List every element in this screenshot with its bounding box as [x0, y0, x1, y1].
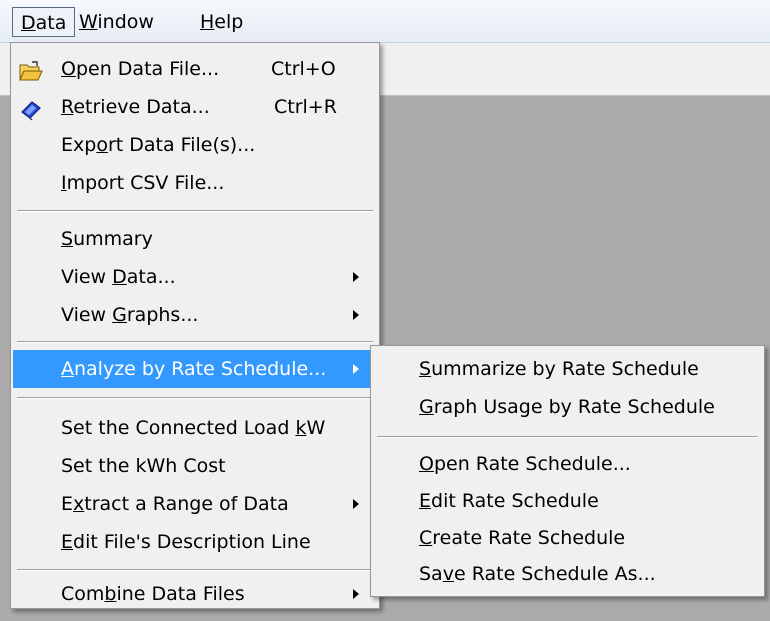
menu-item-retrieve-data[interactable]: Retrieve Data... Ctrl+R: [13, 88, 377, 126]
menu-data[interactable]: Data: [12, 7, 76, 37]
menu-separator: [17, 210, 373, 212]
menu-separator: [17, 397, 373, 399]
menu-item-view-graphs[interactable]: View Graphs...: [13, 296, 377, 334]
menu-window[interactable]: Window: [71, 7, 162, 37]
shortcut-label: Ctrl+O: [271, 58, 336, 80]
menu-item-set-kwh-cost[interactable]: Set the kWh Cost: [13, 447, 377, 485]
menu-item-set-connected-load[interactable]: Set the Connected Load kW: [13, 409, 377, 447]
rate-schedule-submenu: Summarize by Rate Schedule Graph Usage b…: [370, 345, 765, 597]
menu-separator: [17, 341, 373, 343]
menu-item-summarize-by-rate-schedule[interactable]: Summarize by Rate Schedule: [373, 350, 762, 388]
open-folder-icon: [19, 58, 43, 81]
menu-item-analyze-by-rate-schedule[interactable]: Analyze by Rate Schedule...: [13, 350, 377, 388]
menu-item-export-data-files[interactable]: Export Data File(s)...: [13, 126, 377, 164]
menu-item-view-data[interactable]: View Data...: [13, 258, 377, 296]
submenu-arrow-icon: [353, 364, 359, 374]
menu-item-summary[interactable]: Summary: [13, 220, 377, 258]
shortcut-label: Ctrl+R: [274, 96, 337, 118]
menu-item-extract-range[interactable]: Extract a Range of Data: [13, 485, 377, 523]
menu-item-create-rate-schedule[interactable]: Create Rate Schedule: [373, 519, 762, 557]
menu-item-graph-usage-by-rate-schedule[interactable]: Graph Usage by Rate Schedule: [373, 388, 762, 426]
menu-help[interactable]: Help: [192, 7, 251, 37]
menu-item-open-data-file[interactable]: Open Data File... Ctrl+O: [13, 50, 377, 88]
data-menu: Open Data File... Ctrl+O Retrieve Data..…: [10, 42, 380, 609]
submenu-arrow-icon: [353, 272, 359, 282]
menu-separator: [377, 436, 758, 438]
menu-item-save-rate-schedule-as[interactable]: Save Rate Schedule As...: [373, 555, 762, 593]
menu-item-edit-rate-schedule[interactable]: Edit Rate Schedule: [373, 482, 762, 520]
retrieve-data-icon: [19, 96, 43, 121]
menu-item-open-rate-schedule[interactable]: Open Rate Schedule...: [373, 445, 762, 483]
menu-item-edit-description-line[interactable]: Edit File's Description Line: [13, 523, 377, 561]
menubar: Data Window Help: [0, 0, 770, 43]
menu-separator: [17, 569, 373, 571]
submenu-arrow-icon: [353, 310, 359, 320]
menu-item-import-csv-file[interactable]: Import CSV File...: [13, 164, 377, 202]
submenu-arrow-icon: [353, 499, 359, 509]
submenu-arrow-icon: [353, 589, 359, 599]
menu-item-combine-data-files[interactable]: Combine Data Files: [13, 575, 377, 613]
